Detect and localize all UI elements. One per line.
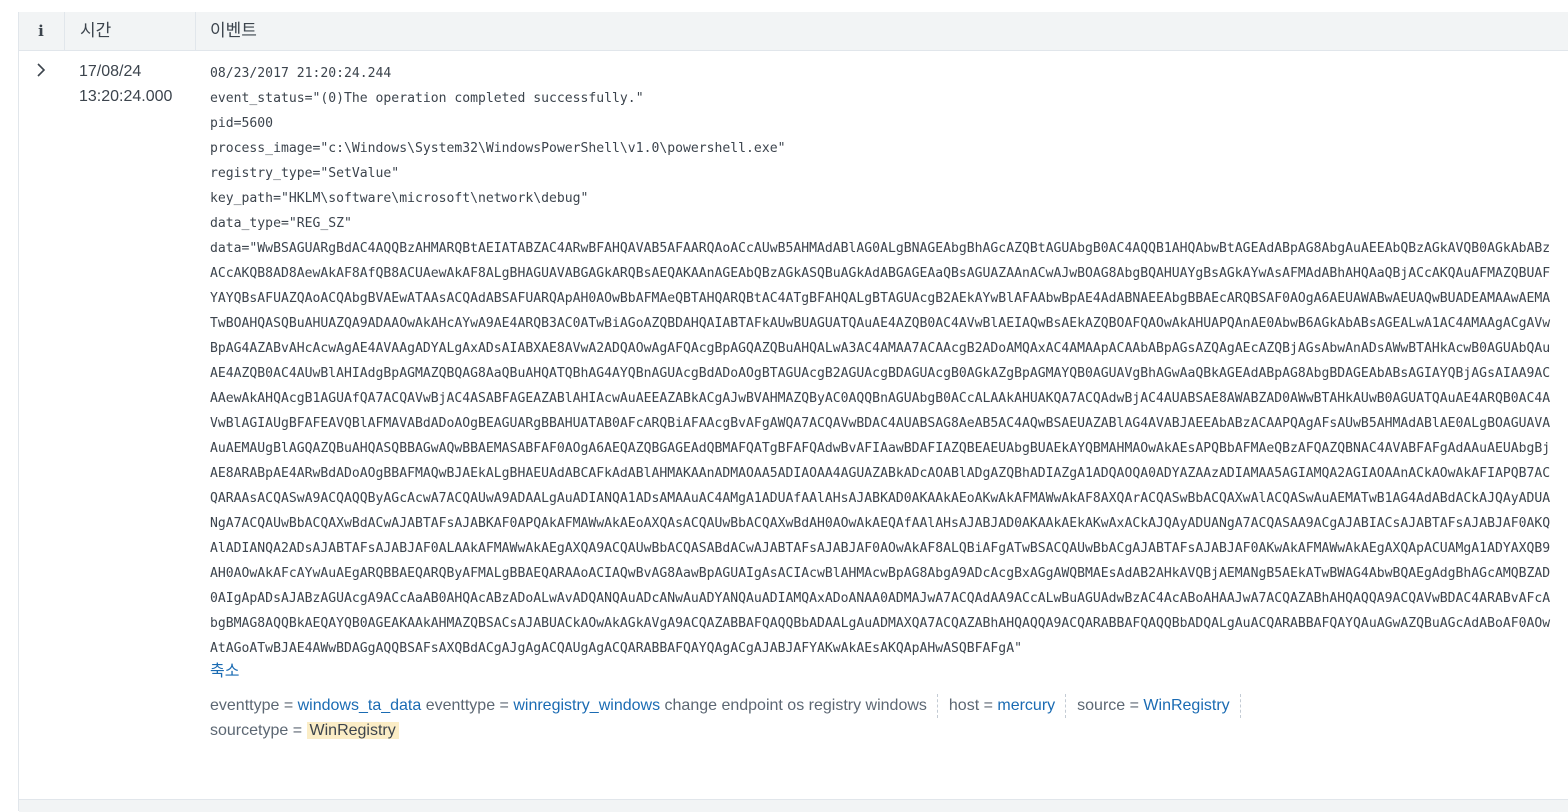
field-separator	[936, 693, 939, 718]
highlighted-field-value[interactable]: WinRegistry	[306, 722, 399, 739]
field-key: source =	[1077, 697, 1139, 714]
field-separator	[1065, 693, 1067, 718]
raw-line: event_status="(0)The operation completed…	[210, 91, 644, 106]
raw-event-text: 08/23/2017 21:20:24.244 event_status="(0…	[210, 61, 1555, 661]
field-value-link[interactable]: WinRegistry	[1143, 697, 1229, 714]
field-eventtype: eventtype = winregistry_windows	[426, 693, 660, 718]
raw-line: data_type="REG_SZ"	[210, 216, 352, 231]
field-value-link[interactable]: winregistry_windows	[513, 697, 660, 714]
field-key: eventtype =	[210, 697, 294, 714]
table-header: i 시간 이벤트	[19, 12, 1568, 51]
field-host: host = mercury	[949, 693, 1055, 718]
chevron-right-icon[interactable]	[33, 63, 49, 79]
event-time: 17/08/24 13:20:24.000	[79, 59, 194, 109]
event-content: 08/23/2017 21:20:24.244 event_status="(0…	[210, 61, 1555, 743]
field-eventtype: eventtype = windows_ta_data	[210, 693, 421, 718]
raw-line: key_path="HKLM\software\microsoft\networ…	[210, 191, 589, 206]
next-table-row	[19, 799, 1568, 812]
raw-line: 08/23/2017 21:20:24.244	[210, 66, 392, 81]
field-key: host =	[948, 697, 993, 714]
table-row: 17/08/24 13:20:24.000 08/23/2017 21:20:2…	[19, 51, 1568, 799]
field-key: eventtype =	[425, 697, 509, 714]
event-column-header: 이벤트	[195, 12, 1568, 50]
field-value-link[interactable]: windows_ta_data	[298, 697, 422, 714]
event-date: 17/08/24	[79, 63, 142, 80]
raw-line: registry_type="SetValue"	[210, 166, 400, 181]
top-strip	[0, 0, 1568, 12]
time-column-header[interactable]: 시간	[64, 12, 210, 50]
event-fields: eventtype = windows_ta_data eventtype = …	[210, 693, 1555, 743]
chevron-right-icon-svg	[37, 63, 46, 77]
raw-line: process_image="c:\Windows\System32\Windo…	[210, 141, 786, 156]
info-icon: i	[38, 22, 44, 40]
raw-line: pid=5600	[210, 116, 274, 131]
events-table: i 시간 이벤트 17/08/24 13:20:24.000 08/23/201…	[18, 12, 1568, 812]
field-separator	[1239, 693, 1242, 718]
field-key: sourcetype =	[210, 722, 303, 739]
field-sourcetype: sourcetype = WinRegistry	[210, 718, 399, 743]
info-column-header[interactable]: i	[19, 12, 63, 50]
event-clock: 13:20:24.000	[79, 88, 173, 105]
field-value-link[interactable]: mercury	[997, 697, 1055, 714]
raw-line-data: data="WwBSAGUARgBdAC4AQQBzAHMARQBtAEIATA…	[210, 241, 1551, 656]
collapse-link[interactable]: 축소	[210, 661, 239, 683]
field-source: source = WinRegistry	[1077, 693, 1230, 718]
event-tags[interactable]: change endpoint os registry windows	[665, 697, 927, 714]
